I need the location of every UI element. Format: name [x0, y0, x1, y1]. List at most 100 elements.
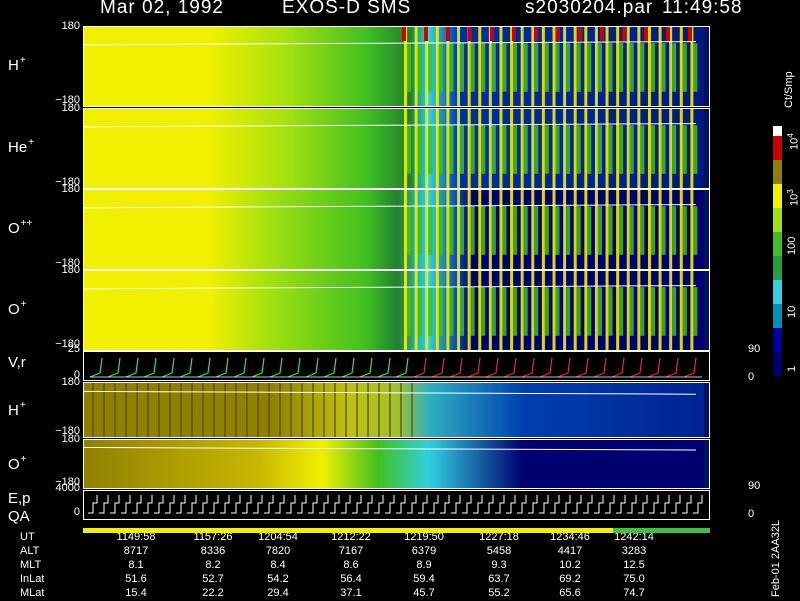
table-cell: 7167	[338, 545, 364, 557]
table-cell: 8.1	[128, 559, 144, 571]
colorbar	[773, 126, 782, 376]
table-cell: 51.6	[125, 573, 147, 585]
pitch-panel-op-pitch	[83, 439, 710, 489]
colorbar-unit-label: Ct/Smp	[783, 71, 795, 108]
colorbar-tick-exponent: 4	[786, 133, 795, 138]
ep-ymax: 4000	[55, 482, 80, 494]
spectrogram-h-spin	[84, 27, 709, 106]
table-row: ALT 8717 8336 7820 7167 6379 5458 4417 3283	[0, 545, 770, 559]
charge-h-spin: +	[19, 54, 26, 66]
qa-title: QA	[8, 508, 30, 525]
spectrogram-panel-h-spin	[83, 26, 710, 107]
table-cell: 55.2	[488, 587, 510, 599]
table-cell: 63.7	[488, 573, 510, 585]
ep-title: E,p	[8, 490, 31, 507]
title-h-spin: H+	[8, 54, 26, 74]
colorbar-tick-base: 10	[788, 137, 800, 150]
table-cell: 8.9	[416, 559, 432, 571]
title-op-pitch: O+	[8, 454, 27, 473]
colorbar-band	[773, 126, 782, 136]
table-row-label: UT	[20, 531, 35, 543]
table-cell: 10.2	[559, 559, 581, 571]
charge-he-spin: +	[28, 136, 35, 148]
ymax-op-pitch: 180	[61, 433, 80, 445]
table-cell: 54.2	[267, 573, 289, 585]
colorbar-band	[773, 352, 782, 376]
table-cell: 56.4	[340, 573, 362, 585]
table-cell: 8.6	[343, 559, 359, 571]
qa-bar	[83, 520, 710, 533]
spectrogram-panel-op-spin	[83, 270, 710, 351]
table-cell: 59.4	[413, 573, 435, 585]
colorbar-band	[773, 304, 782, 328]
table-cell: 4417	[557, 545, 583, 557]
table-row-label: MLT	[20, 559, 42, 571]
spectrogram-panel-opp-spin	[83, 189, 710, 270]
table-cell: 8.2	[205, 559, 221, 571]
table-row: MLT 8.1 8.2 8.4 8.6 8.9 9.3 10.2 12.5	[0, 559, 770, 573]
colorbar-band	[773, 136, 782, 160]
pitch-panel-h-pitch	[83, 382, 710, 438]
side-label: Feb-01 2AA32L	[770, 519, 782, 597]
table-cell: 22.2	[202, 587, 224, 599]
charge-op-spin: +	[20, 298, 27, 310]
colorbar-band	[773, 160, 782, 184]
charge-op-pitch: +	[20, 454, 27, 465]
colorbar-tick-base: 100	[786, 236, 798, 255]
table-cell: 9.3	[491, 559, 507, 571]
table-cell: 12.5	[623, 559, 645, 571]
table-cell: 5458	[486, 545, 512, 557]
spectrogram-op-spin	[84, 271, 709, 350]
colorbar-tick: 100	[786, 237, 798, 255]
date-title: Mar 02, 1992	[100, 0, 224, 18]
table-cell: 52.7	[202, 573, 224, 585]
ymax-he-spin: 180	[61, 102, 80, 114]
vr-rmin: 0	[748, 371, 755, 383]
file-title: s2030204.par	[525, 0, 654, 18]
colorbar-tick: 1	[786, 366, 798, 372]
title-h-pitch: H+	[8, 400, 26, 419]
ep-ymin: 0	[73, 506, 80, 518]
time-title: 11:49:58	[662, 0, 743, 18]
charge-opp-spin: ++	[20, 217, 33, 229]
colorbar-tick: 103	[786, 189, 800, 206]
vr-title: V,r	[8, 354, 26, 371]
table-row-label: ALT	[20, 545, 40, 557]
spectrogram-opp-spin	[84, 190, 709, 269]
ep-rmax: 90	[748, 480, 761, 492]
colorbar-tick-base: 10	[786, 305, 798, 318]
table-cell: 69.2	[559, 573, 581, 585]
ep-rmin: 0	[748, 508, 755, 520]
table-cell: 37.1	[340, 587, 362, 599]
colorbar-tick-base: 10	[788, 193, 800, 206]
colorbar-tick-base: 1	[786, 365, 798, 372]
ymax-h-spin: 180	[61, 20, 80, 32]
title-op-spin: O+	[8, 298, 27, 318]
colorbar-tick: 104	[786, 133, 800, 150]
ymax-opp-spin: 180	[61, 183, 80, 195]
colorbar-band	[773, 184, 782, 208]
instrument-title: EXOS-D SMS	[282, 0, 412, 18]
table-cell: 45.7	[413, 587, 435, 599]
colorbar-tick-exponent: 3	[786, 189, 795, 194]
table-cell: 8.4	[270, 559, 286, 571]
colorbar-band	[773, 256, 782, 280]
table-row: MLat 15.4 22.2 29.4 37.1 45.7 55.2 65.6 74.7	[0, 587, 770, 601]
charge-h-pitch: +	[19, 400, 26, 411]
table-cell: 3283	[621, 545, 647, 557]
colorbar-band	[773, 232, 782, 256]
vr-panel	[83, 351, 710, 381]
table-row-label: MLat	[20, 587, 45, 599]
table-cell: 74.7	[623, 587, 645, 599]
table-row: UT 1149:58 1157:26 1204:54 1212:22 1219:50 122…	[0, 531, 770, 545]
table-cell: 8717	[123, 545, 149, 557]
title-he-spin: He+	[8, 136, 35, 156]
vr-rmax: 90	[748, 343, 761, 355]
spectrogram-panel-he-spin	[83, 108, 710, 189]
table-cell: 75.0	[623, 573, 645, 585]
colorbar-band	[773, 280, 782, 304]
table-cell: 7820	[265, 545, 291, 557]
table-row-label: InLat	[20, 573, 45, 585]
table-cell: 6379	[411, 545, 437, 557]
table-cell: 29.4	[267, 587, 289, 599]
